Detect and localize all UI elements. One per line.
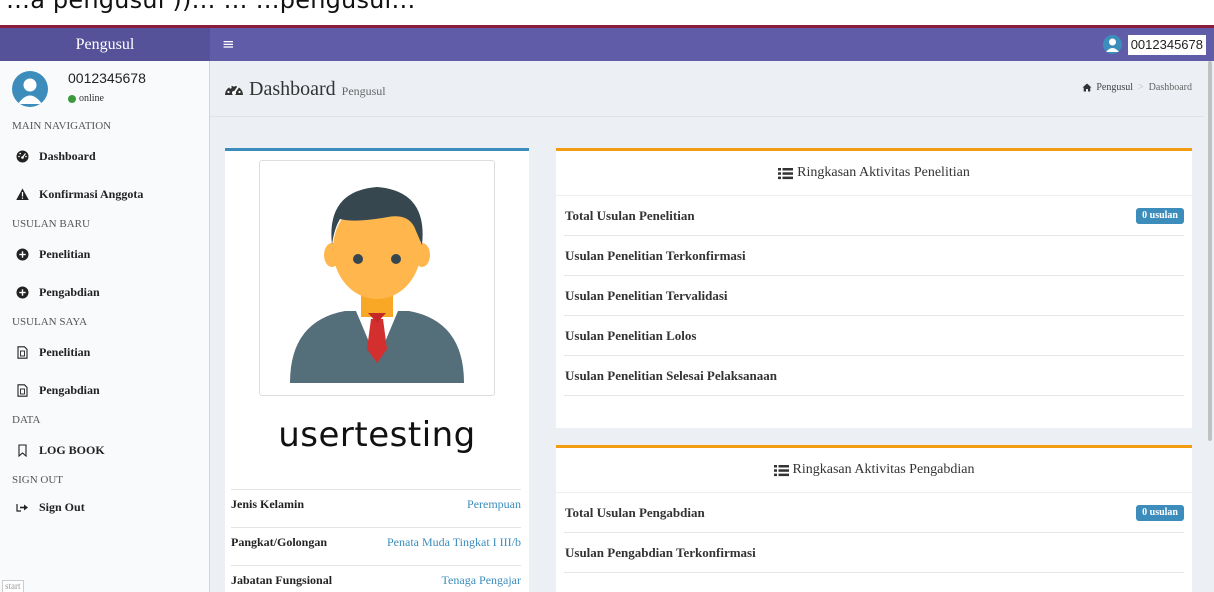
nav-header-sign-out: SIGN OUT [12,474,64,486]
nav-header-main: MAIN NAVIGATION [12,120,112,132]
list-item-label: Total Usulan Penelitian [565,207,695,223]
list-icon [778,167,794,180]
list-item-usulan-penelitian-tervalidasi[interactable]: Usulan Penelitian Tervalidasi [564,276,1184,316]
sidebar-item-dashboard-label: Dashboard [39,149,96,163]
main-header: Pengusul ≡ 0012345678 [0,28,1214,61]
list-item-label: Usulan Penelitian Terkonfirmasi [565,247,746,263]
file-icon [16,345,29,359]
list-item-total-usulan-pengabdian[interactable]: Total Usulan Pengabdian 0 usulan [564,493,1184,533]
list-item-label: Usulan Penelitian Selesai Pelaksanaan [565,367,777,383]
page-title-text: Dashboard [249,78,336,100]
header-username: 0012345678 [1127,34,1206,55]
page-subtitle: Pengusul [341,84,386,98]
sidebar-item-konfirmasi-label: Konfirmasi Anggota [39,187,144,201]
home-icon [1082,83,1092,92]
sidebar-avatar [12,71,48,107]
sidebar-item-penelitian-saya-label: Penelitian [39,345,91,359]
user-avatar-icon [1102,35,1122,54]
profile-value[interactable]: Tenaga Pengajar [442,573,521,588]
profile-username: usertesting [278,415,476,455]
list-item-usulan-penelitian-terkonfirmasi[interactable]: Usulan Penelitian Terkonfirmasi [564,236,1184,276]
sidebar-item-pengabdian-baru[interactable]: Pengabdian [0,273,209,311]
profile-photo [259,160,495,396]
dashboard-icon [16,150,29,163]
count-badge: 0 usulan [1136,207,1184,224]
profile-label: Jabatan Fungsional [231,573,333,587]
sidebar-item-dashboard[interactable]: Dashboard [0,137,209,175]
sidebar-item-konfirmasi-anggota[interactable]: Konfirmasi Anggota [0,175,209,213]
user-menu[interactable]: 0012345678 [1102,33,1206,56]
breadcrumb: Pengusul > Dashboard [1082,82,1192,93]
profile-card: usertesting Jenis Kelamin Perempuan Pang… [225,148,529,592]
plus-circle-icon [16,248,29,261]
penelitian-box-header: Ringkasan Aktivitas Penelitian [556,151,1192,196]
profile-label: Pangkat/Golongan [231,535,328,549]
online-dot-icon [68,94,76,103]
sign-out-icon [16,501,29,514]
sidebar-item-penelitian-saya[interactable]: Penelitian [0,333,209,371]
brand-logo[interactable]: Pengusul [0,28,210,61]
nav-header-usulan-baru: USULAN BARU [12,218,90,230]
list-item-label: Usulan Pengabdian Terkonfirmasi [565,544,756,560]
profile-row-pangkat-golongan: Pangkat/Golongan Penata Muda Tingkat I I… [231,527,521,557]
sidebar-item-sign-out[interactable]: Sign Out [0,491,209,524]
user-panel: 0012345678 online [0,61,209,115]
profile-label: Jenis Kelamin [231,497,305,511]
file-icon [16,383,29,397]
profile-row-jabatan-fungsional: Jabatan Fungsional Tenaga Pengajar [231,565,521,592]
sidebar-toggle-button[interactable]: ≡ [222,28,235,61]
pengabdian-summary-box: Ringkasan Aktivitas Pengabdian Total Usu… [556,445,1192,592]
sidebar-item-penelitian-baru[interactable]: Penelitian [0,235,209,273]
top-cropped-strip: …a pengusul ))… … …pengusul… [0,0,1214,28]
sidebar-item-pengabdian-saya[interactable]: Pengabdian [0,371,209,409]
list-icon [773,464,789,477]
dashboard-title-icon [224,81,244,99]
list-item-usulan-penelitian-selesai[interactable]: Usulan Penelitian Selesai Pelaksanaan [564,356,1184,396]
online-status: online [68,93,104,104]
list-item-label: Usulan Penelitian Lolos [565,327,697,343]
list-item-usulan-penelitian-lolos[interactable]: Usulan Penelitian Lolos [564,316,1184,356]
content-header: Dashboard Pengusul Pengusul > Dashboard [210,61,1214,117]
sidebar-item-penelitian-baru-label: Penelitian [39,247,91,261]
sidebar-item-log-book[interactable]: LOG BOOK [0,431,209,469]
sidebar-item-pengabdian-baru-label: Pengabdian [39,285,100,299]
list-item-usulan-pengabdian-terkonfirmasi[interactable]: Usulan Pengabdian Terkonfirmasi [564,533,1184,573]
sidebar-item-log-book-label: LOG BOOK [39,443,105,457]
top-cropped-text: …a pengusul ))… … …pengusul… [6,0,416,14]
bookmark-icon [16,443,29,457]
list-item-label: Total Usulan Pengabdian [565,504,705,520]
pengabdian-item-list: Total Usulan Pengabdian 0 usulan Usulan … [556,493,1192,573]
page-title: Dashboard Pengusul [224,78,386,101]
sidebar-username: 0012345678 [68,70,146,86]
sidebar-item-pengabdian-saya-label: Pengabdian [39,383,100,397]
breadcrumb-separator: > [1138,82,1144,93]
list-item-total-usulan-penelitian[interactable]: Total Usulan Penelitian 0 usulan [564,196,1184,236]
nav-header-data: DATA [12,414,41,426]
online-status-label: online [79,93,104,104]
user-avatar-illustration-icon [290,187,464,383]
breadcrumb-pengusul[interactable]: Pengusul [1096,82,1133,93]
plus-circle-icon [16,286,29,299]
list-item-label: Usulan Penelitian Tervalidasi [565,287,728,303]
scrollbar-thumb[interactable] [1208,61,1212,441]
profile-value[interactable]: Perempuan [467,497,521,512]
pengabdian-box-title: Ringkasan Aktivitas Pengabdian [792,462,975,477]
penelitian-item-list: Total Usulan Penelitian 0 usulan Usulan … [556,196,1192,396]
corner-tag: start [2,580,24,592]
penelitian-summary-box: Ringkasan Aktivitas Penelitian Total Usu… [556,148,1192,428]
sidebar: 0012345678 online MAIN NAVIGATION Dashbo… [0,61,210,592]
profile-value[interactable]: Penata Muda Tingkat I III/b [387,535,521,550]
pengabdian-box-header: Ringkasan Aktivitas Pengabdian [556,448,1192,493]
sidebar-item-sign-out-label: Sign Out [39,500,85,514]
breadcrumb-dashboard: Dashboard [1148,82,1192,93]
nav-header-usulan-saya: USULAN SAYA [12,316,88,328]
penelitian-box-title: Ringkasan Aktivitas Penelitian [797,165,970,180]
profile-row-jenis-kelamin: Jenis Kelamin Perempuan [231,489,521,519]
page-scrollbar[interactable] [1204,61,1214,592]
warning-icon [16,188,29,201]
count-badge: 0 usulan [1136,504,1184,521]
